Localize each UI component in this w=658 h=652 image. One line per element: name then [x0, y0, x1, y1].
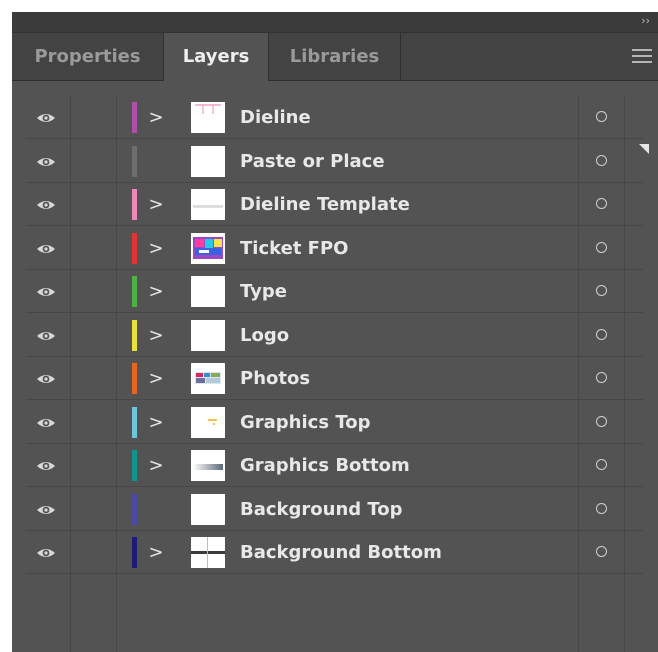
target-circle-icon[interactable] [596, 198, 607, 209]
dieline-thumbnail [191, 102, 225, 133]
visibility-eye-icon[interactable] [36, 371, 56, 385]
target-circle-icon[interactable] [596, 241, 607, 253]
layer-name[interactable]: Photos [240, 357, 310, 400]
expand-chevron-icon[interactable]: > [148, 357, 164, 400]
expand-chevron-icon[interactable]: > [148, 270, 164, 313]
layer-name[interactable]: Background Bottom [240, 531, 442, 574]
visibility-eye-icon[interactable] [36, 458, 56, 472]
layer-name[interactable]: Type [240, 270, 287, 313]
blank-thumbnail [191, 145, 225, 177]
visibility-eye-icon[interactable] [36, 284, 56, 298]
tab-properties[interactable]: Properties [12, 33, 164, 80]
layer-color-swatch [132, 319, 137, 351]
panel-title-bar[interactable]: ›› [12, 12, 658, 33]
blank-thumbnail [191, 493, 225, 525]
visibility-eye-icon[interactable] [36, 328, 56, 342]
photos-thumbnail [191, 363, 225, 394]
visibility-eye-icon[interactable] [36, 415, 56, 429]
layer-name[interactable]: Background Top [240, 488, 403, 531]
layer-row[interactable]: > Photos [26, 357, 643, 400]
visibility-eye-icon[interactable] [36, 154, 56, 168]
hamburger-menu-icon[interactable] [632, 49, 652, 63]
layer-row[interactable]: > Graphics Bottom [26, 444, 643, 487]
layer-color-swatch [132, 406, 137, 438]
layer-name[interactable]: Graphics Top [240, 401, 370, 444]
visibility-eye-icon[interactable] [36, 241, 56, 255]
expand-chevron-icon[interactable]: > [148, 227, 164, 270]
graphics-top-thumbnail [191, 406, 225, 438]
layer-name[interactable]: Dieline [240, 96, 311, 139]
layer-row[interactable]: > Graphics Top [26, 401, 643, 444]
graphics-bottom-thumbnail [191, 450, 225, 481]
layer-row[interactable]: > Background Bottom [26, 531, 643, 574]
layers-list: > Dieline Paste or Place > Dieline Template >… [26, 96, 649, 652]
background-bottom-thumbnail [191, 537, 225, 568]
layer-row[interactable]: > Dieline Template [26, 183, 643, 226]
layer-color-swatch [132, 232, 137, 264]
expand-chevron-icon[interactable]: > [148, 314, 164, 357]
layer-color-swatch [132, 102, 137, 133]
expand-chevron-icon[interactable]: > [148, 183, 164, 226]
ticket-thumbnail [191, 232, 225, 264]
target-circle-icon[interactable] [596, 328, 607, 340]
visibility-eye-icon[interactable] [36, 197, 56, 211]
panel-tab-bar: Properties Layers Libraries [12, 33, 658, 81]
layer-name[interactable]: Logo [240, 314, 289, 357]
collapse-panel-icon[interactable]: ›› [641, 14, 650, 28]
layer-row[interactable]: > Logo [26, 314, 643, 357]
visibility-eye-icon[interactable] [36, 502, 56, 516]
layer-color-swatch [132, 189, 137, 220]
target-circle-icon[interactable] [596, 372, 607, 383]
layer-row[interactable]: > Ticket FPO [26, 227, 643, 270]
target-circle-icon[interactable] [596, 546, 607, 557]
target-circle-icon[interactable] [596, 154, 607, 166]
layer-row[interactable]: Background Top [26, 488, 643, 531]
blank-thumbnail [191, 319, 225, 351]
blank-thumbnail [191, 276, 225, 307]
target-circle-icon[interactable] [596, 111, 607, 122]
target-circle-icon[interactable] [596, 459, 607, 470]
expand-chevron-icon[interactable]: > [148, 401, 164, 444]
tab-libraries[interactable]: Libraries [269, 33, 401, 80]
layer-color-swatch [132, 450, 137, 481]
target-circle-icon[interactable] [596, 502, 607, 514]
layer-color-swatch [132, 145, 137, 177]
current-layer-indicator-icon [639, 144, 649, 154]
layer-row[interactable]: Paste or Place [26, 140, 643, 183]
layer-color-swatch [132, 363, 137, 394]
layer-name[interactable]: Paste or Place [240, 140, 385, 183]
target-circle-icon[interactable] [596, 285, 607, 296]
layer-row[interactable]: > Type [26, 270, 643, 313]
layer-name[interactable]: Ticket FPO [240, 227, 348, 270]
layers-panel: ›› Properties Layers Libraries > Dieline P… [12, 12, 658, 652]
target-circle-icon[interactable] [596, 415, 607, 427]
layer-color-swatch [132, 493, 137, 525]
layer-name[interactable]: Dieline Template [240, 183, 410, 226]
visibility-eye-icon[interactable] [36, 110, 56, 124]
visibility-eye-icon[interactable] [36, 545, 56, 559]
tab-layers[interactable]: Layers [164, 33, 269, 81]
layer-name[interactable]: Graphics Bottom [240, 444, 410, 487]
expand-chevron-icon[interactable]: > [148, 531, 164, 574]
dieline-template-thumbnail [191, 189, 225, 220]
layer-row[interactable]: > Dieline [26, 96, 643, 139]
expand-chevron-icon[interactable]: > [148, 444, 164, 487]
layer-color-swatch [132, 537, 137, 568]
layer-color-swatch [132, 276, 137, 307]
expand-chevron-icon[interactable]: > [148, 96, 164, 139]
